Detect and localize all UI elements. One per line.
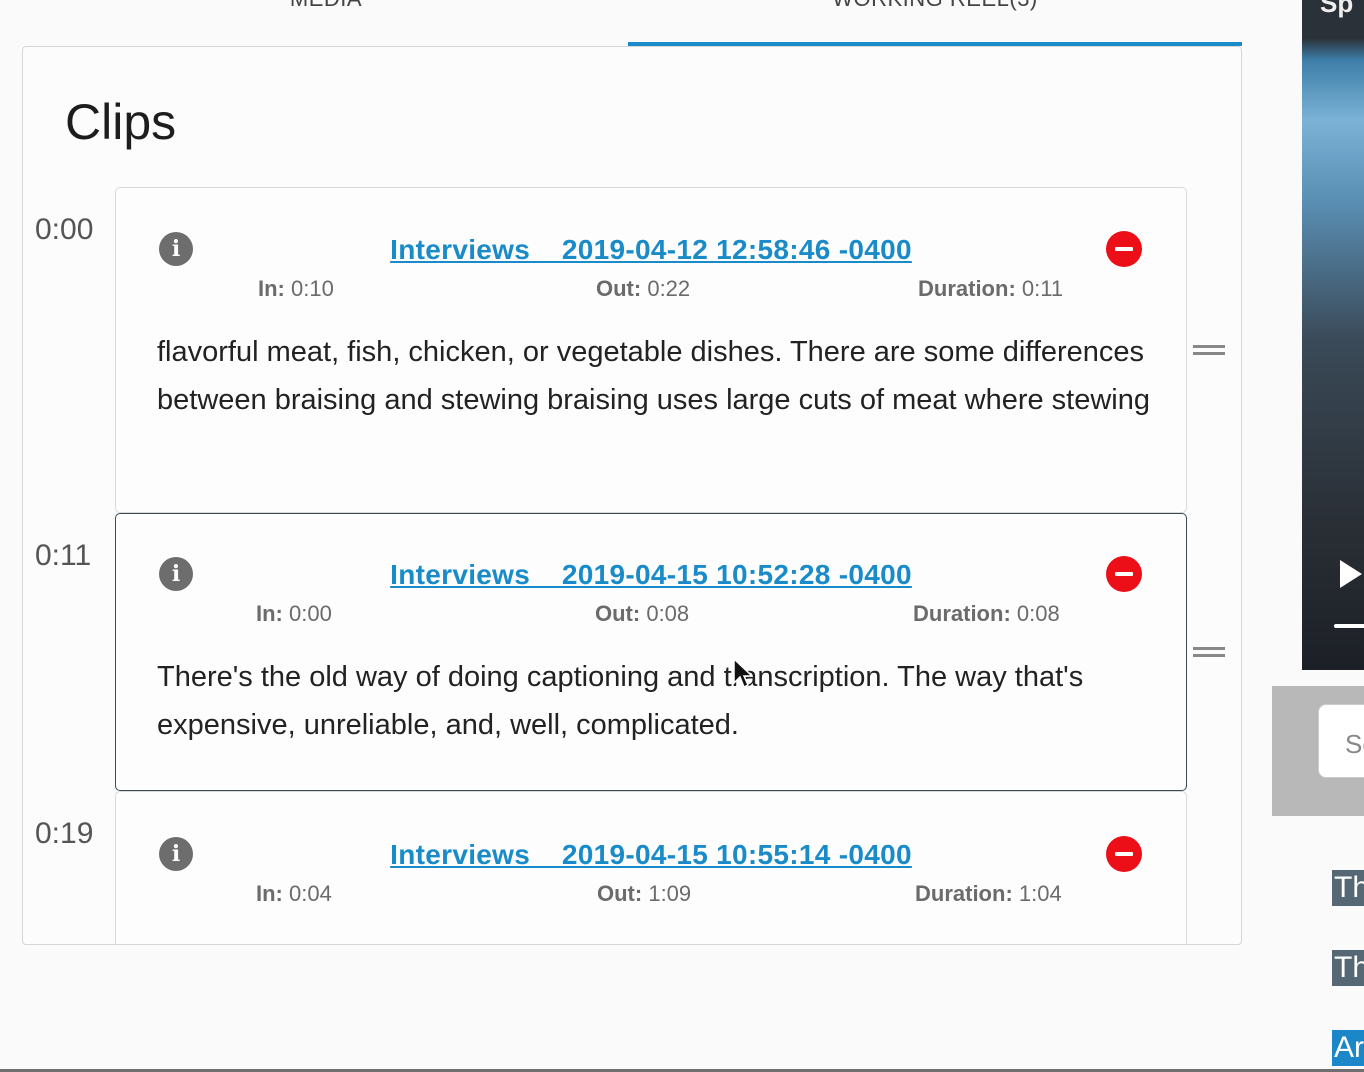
tab-working-reel-label: WORKING REEL(3) <box>628 0 1242 12</box>
in-label: In: <box>258 276 285 301</box>
clip-in-point: In: 0:04 <box>256 881 332 907</box>
remove-clip-icon[interactable] <box>1106 556 1142 592</box>
clip-transcript: There's the old way of doing captioning … <box>157 661 1084 741</box>
duration-label: Duration: <box>915 881 1013 906</box>
clip-out-point: Out: 1:09 <box>597 881 691 907</box>
clip-timecode: 0:11 <box>35 539 92 572</box>
transcript-snippet-selected[interactable]: Ar <box>1332 1030 1364 1066</box>
clip-title-link[interactable]: Interviews__2019-04-15 10:52:28 -0400 <box>116 559 1186 591</box>
in-value: 0:04 <box>289 881 332 906</box>
video-title: Sp <box>1320 0 1354 18</box>
duration-value: 0:08 <box>1016 601 1060 626</box>
in-label: In: <box>256 601 283 626</box>
out-label: Out: <box>597 881 643 906</box>
remove-clip-icon[interactable] <box>1106 836 1142 872</box>
duration-label: Duration: <box>918 276 1016 301</box>
drag-handle-icon[interactable] <box>1193 343 1225 357</box>
clip-card[interactable]: i Interviews__2019-04-15 10:55:14 -0400 … <box>115 791 1187 944</box>
out-value: 1:09 <box>648 881 692 906</box>
tab-media[interactable]: MEDIA <box>24 0 628 46</box>
in-label: In: <box>256 881 283 906</box>
search-input[interactable]: Se <box>1318 704 1364 778</box>
clip-timecode: 0:19 <box>35 817 94 850</box>
clip-in-point: In: 0:00 <box>256 601 332 627</box>
page-title: Clips <box>65 94 177 150</box>
duration-value: 0:11 <box>1021 276 1064 301</box>
clips-panel: Clips 0:00 i Interviews__2019-04-12 12:5… <box>22 46 1242 945</box>
clip-card[interactable]: i Interviews__2019-04-15 10:52:28 -0400 … <box>115 513 1187 791</box>
search-bar: Se <box>1272 686 1364 816</box>
play-icon[interactable] <box>1340 560 1362 588</box>
clip-title-link[interactable]: Interviews__2019-04-12 12:58:46 -0400 <box>116 234 1186 266</box>
clip-duration: Duration: 0:08 <box>913 601 1060 627</box>
video-scrubber[interactable] <box>1334 624 1364 628</box>
duration-value: 1:04 <box>1018 881 1062 906</box>
clip-out-point: Out: 0:08 <box>595 601 689 627</box>
duration-label: Duration: <box>913 601 1011 626</box>
out-label: Out: <box>596 276 642 301</box>
tab-working-reel[interactable]: WORKING REEL(3) <box>628 0 1242 46</box>
clip-card[interactable]: i Interviews__2019-04-12 12:58:46 -0400 … <box>115 187 1187 513</box>
in-value: 0:00 <box>289 601 332 626</box>
clip-timecode: 0:00 <box>35 213 94 246</box>
mouse-cursor-icon <box>733 658 753 689</box>
clip-in-point: In: 0:10 <box>258 276 334 302</box>
clip-transcript: flavorful meat, fish, chicken, or vegeta… <box>157 336 1150 416</box>
clip-duration: Duration: 1:04 <box>915 881 1062 907</box>
drag-handle-icon[interactable] <box>1193 645 1225 659</box>
out-value: 0:22 <box>647 276 691 301</box>
video-player[interactable]: Sp <box>1302 0 1364 670</box>
in-value: 0:10 <box>291 276 334 301</box>
tab-media-label: MEDIA <box>24 0 628 12</box>
remove-clip-icon[interactable] <box>1106 231 1142 267</box>
clip-duration: Duration: 0:11 <box>918 276 1063 302</box>
transcript-snippet[interactable]: Th <box>1332 870 1364 906</box>
clip-title-link[interactable]: Interviews__2019-04-15 10:55:14 -0400 <box>116 839 1186 871</box>
out-value: 0:08 <box>646 601 690 626</box>
out-label: Out: <box>595 601 641 626</box>
transcript-snippet[interactable]: Th <box>1332 950 1364 986</box>
clip-out-point: Out: 0:22 <box>596 276 690 302</box>
